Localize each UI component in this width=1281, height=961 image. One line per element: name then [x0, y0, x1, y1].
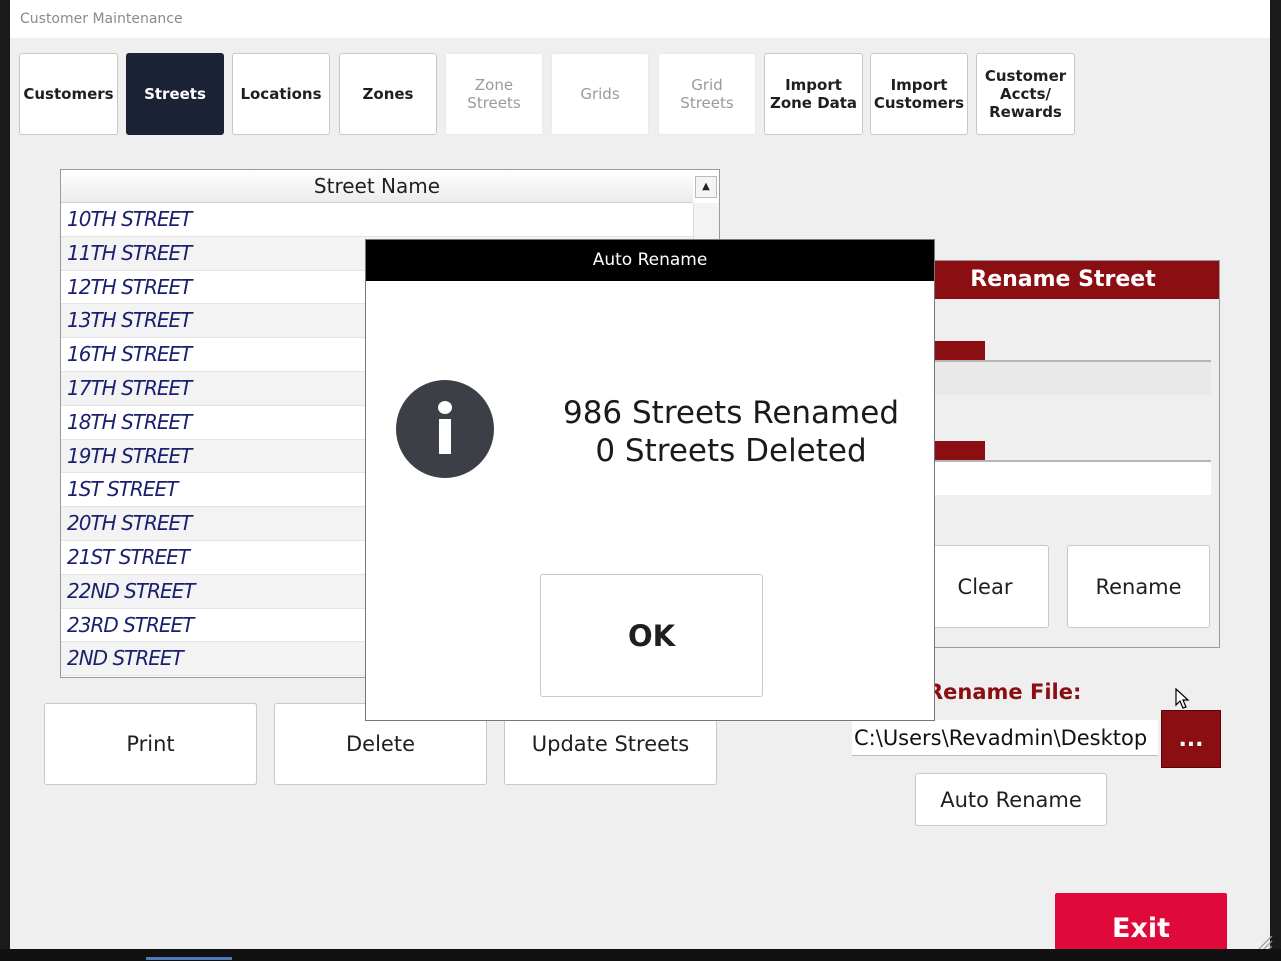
info-icon — [396, 380, 494, 478]
tab-zones[interactable]: Zones — [339, 53, 437, 135]
tab-streets[interactable]: Streets — [126, 53, 224, 135]
tab-zone-streets[interactable]: Zone Streets — [445, 53, 543, 135]
column-header-street-name[interactable]: Street Name — [61, 170, 693, 203]
auto-rename-button[interactable]: Auto Rename — [915, 773, 1107, 826]
dialog-message-renamed: 986 Streets Renamed — [562, 395, 900, 431]
tab-locations[interactable]: Locations — [232, 53, 330, 135]
tab-grid-streets[interactable]: Grid Streets — [658, 53, 756, 135]
dialog-message-deleted: 0 Streets Deleted — [595, 433, 867, 469]
taskbar-app-indicator[interactable] — [146, 957, 190, 960]
taskbar-app-indicator[interactable] — [188, 957, 232, 960]
rename-street-title: Rename Street — [907, 261, 1219, 299]
tab-import-zone-data[interactable]: Import Zone Data — [764, 53, 863, 135]
tab-customer-accts-rewards[interactable]: Customer Accts/ Rewards — [976, 53, 1075, 135]
customer-maintenance-window: Customer Maintenance Customers Streets Loc… — [10, 0, 1270, 949]
clear-button[interactable]: Clear — [921, 545, 1049, 628]
dialog-title: Auto Rename — [366, 240, 934, 281]
rename-file-label: Rename File: — [927, 680, 1082, 704]
ok-button[interactable]: OK — [540, 574, 763, 697]
new-name-field[interactable] — [917, 462, 1211, 495]
tab-grids[interactable]: Grids — [551, 53, 649, 135]
window-title: Customer Maintenance — [20, 11, 183, 27]
browse-file-button[interactable]: ... — [1161, 710, 1221, 768]
rename-button[interactable]: Rename — [1067, 545, 1210, 628]
auto-rename-dialog: Auto Rename 986 Streets Renamed 0 Street… — [365, 239, 935, 721]
exit-button[interactable]: Exit — [1055, 893, 1227, 949]
tab-import-customers[interactable]: Import Customers — [870, 53, 968, 135]
scroll-up-icon[interactable]: ▲ — [695, 176, 717, 198]
old-name-field[interactable] — [917, 362, 1211, 395]
street-row[interactable]: 10TH STREET — [61, 203, 693, 237]
rename-file-path-input[interactable]: C:\Users\Revadmin\Desktop — [852, 720, 1158, 756]
tab-customers[interactable]: Customers — [19, 53, 118, 135]
title-bar: Customer Maintenance — [10, 0, 1270, 38]
print-button[interactable]: Print — [44, 703, 257, 785]
